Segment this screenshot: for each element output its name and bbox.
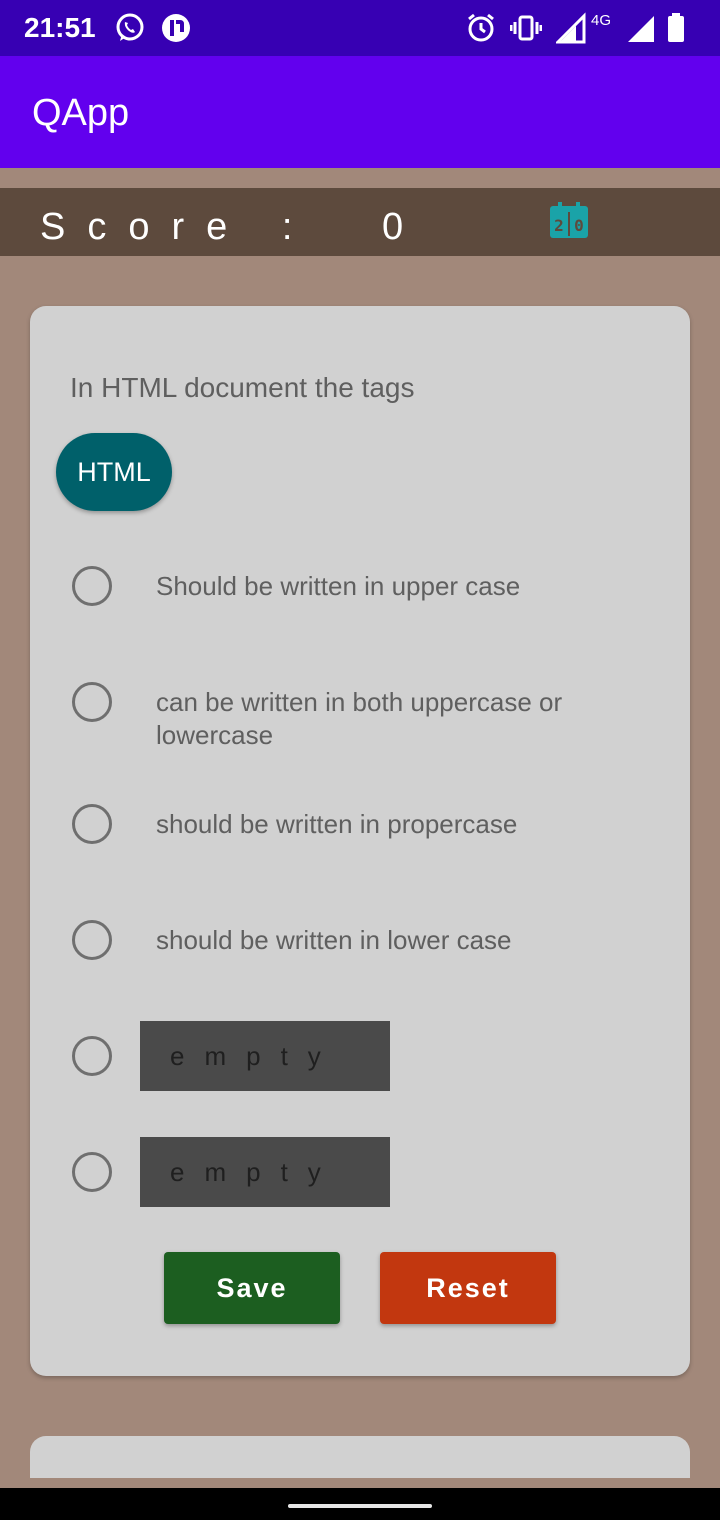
radio-button[interactable]: [72, 566, 112, 606]
home-gesture-handle[interactable]: [288, 1504, 432, 1508]
question-card: In HTML document the tags HTML Should be…: [30, 306, 690, 1376]
svg-text:2: 2: [554, 216, 564, 235]
app-title: QApp: [32, 92, 130, 134]
option-label: should be written in propercase: [156, 809, 518, 839]
vibrate-icon: [509, 12, 543, 49]
question-text: In HTML document the tags: [70, 372, 415, 403]
save-button[interactable]: Save: [164, 1252, 340, 1324]
empty-option-box: empty: [140, 1137, 390, 1207]
option-label: should be written in lower case: [156, 925, 512, 955]
reset-button[interactable]: Reset: [380, 1252, 556, 1324]
radio-button[interactable]: [72, 1152, 112, 1192]
battery-icon: [666, 12, 686, 49]
empty-option-box: empty: [140, 1021, 390, 1091]
radio-button[interactable]: [72, 804, 112, 844]
app-notification-icon: [160, 12, 192, 49]
app-bar: QApp: [0, 56, 720, 168]
next-question-card: [30, 1436, 690, 1478]
option-label: can be written in both uppercase or lowe…: [156, 687, 563, 750]
svg-text:0: 0: [574, 216, 584, 235]
score-bar: Score : 0: [0, 188, 720, 256]
scoreboard-icon[interactable]: 2 0: [548, 200, 590, 245]
signal-full-icon: [626, 12, 656, 49]
network-type: 4G: [591, 12, 612, 29]
tag-chip[interactable]: HTML: [56, 433, 172, 511]
radio-button[interactable]: [72, 682, 112, 722]
option-label: Should be written in upper case: [156, 571, 521, 601]
alarm-icon: [466, 12, 496, 49]
whatsapp-icon: [114, 12, 146, 49]
radio-button[interactable]: [72, 920, 112, 960]
navigation-bar: [0, 1488, 720, 1520]
status-time: 21:51: [24, 12, 96, 43]
status-bar: 21:51 4G: [0, 0, 720, 56]
signal-icon: [554, 12, 586, 49]
radio-button[interactable]: [72, 1036, 112, 1076]
score-label: Score :: [40, 206, 315, 248]
score-value: 0: [382, 206, 404, 248]
